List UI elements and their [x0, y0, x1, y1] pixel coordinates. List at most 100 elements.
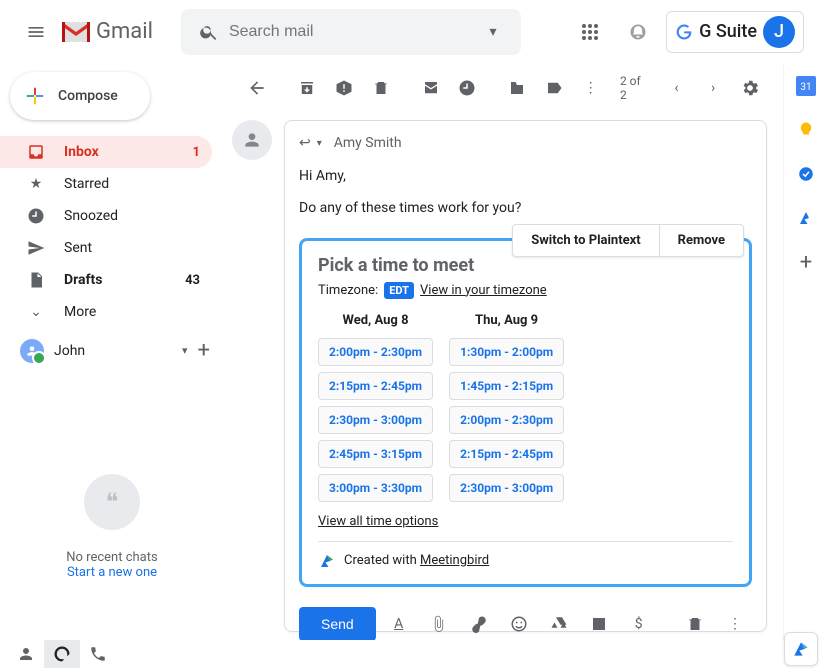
link-icon[interactable]	[462, 607, 496, 640]
compose-button[interactable]: Compose	[10, 72, 150, 120]
day-column: Thu, Aug 9 1:30pm - 2:00pm 1:45pm - 2:15…	[449, 309, 564, 502]
time-slot[interactable]: 2:15pm - 2:45pm	[449, 440, 564, 468]
widget-footer: Created with Meetingbird	[318, 541, 733, 570]
search-input[interactable]	[229, 23, 473, 41]
discard-icon[interactable]	[678, 607, 712, 640]
widget-timezone: Timezone: EDT View in your timezone	[318, 282, 733, 299]
gmail-text: Gmail	[96, 19, 153, 44]
archive-icon[interactable]	[290, 70, 325, 106]
labels-icon[interactable]	[537, 70, 572, 106]
view-all-options-link[interactable]: View all time options	[318, 514, 438, 529]
drive-icon[interactable]	[542, 607, 576, 640]
apps-grid-icon[interactable]	[570, 12, 610, 52]
time-slot[interactable]: 3:00pm - 3:30pm	[318, 474, 433, 502]
meetingbird-link[interactable]: Meetingbird	[420, 553, 489, 568]
phone-icon[interactable]	[80, 640, 116, 668]
sidebar-item-label: More	[64, 304, 200, 320]
add-person-icon[interactable]: +	[198, 338, 210, 363]
chat-user-row[interactable]: John ▾ +	[0, 328, 224, 373]
notifications-icon[interactable]	[618, 12, 658, 52]
compose-greeting[interactable]: Hi Amy,	[299, 165, 752, 187]
sidebar-item-label: Snoozed	[64, 208, 200, 224]
mark-unread-icon[interactable]	[413, 70, 448, 106]
time-slot[interactable]: 2:00pm - 2:30pm	[449, 406, 564, 434]
money-icon[interactable]: $	[622, 607, 656, 640]
send-button[interactable]: Send	[299, 607, 376, 640]
sidebar-item-inbox[interactable]: Inbox 1	[0, 136, 212, 168]
sidebar-item-snoozed[interactable]: Snoozed	[0, 200, 212, 232]
tasks-app-icon[interactable]	[796, 164, 816, 184]
bottom-bar	[0, 640, 224, 668]
format-text-icon[interactable]: A	[382, 607, 416, 640]
compose-label: Compose	[58, 88, 118, 104]
draft-icon	[26, 271, 46, 289]
hangouts-tab-icon[interactable]	[44, 640, 80, 668]
meetingbird-app-icon[interactable]	[796, 208, 816, 228]
search-icon[interactable]	[189, 22, 229, 42]
search-options-icon[interactable]: ▾	[473, 24, 513, 40]
sidebar: Compose Inbox 1 ★ Starred Snoozed Sent D…	[0, 64, 224, 640]
compose-question[interactable]: Do any of these times work for you?	[299, 197, 752, 219]
spam-icon[interactable]	[327, 70, 362, 106]
remove-button[interactable]: Remove	[659, 225, 743, 256]
time-slot[interactable]: 1:45pm - 2:15pm	[449, 372, 564, 400]
sidebar-item-label: Drafts	[64, 272, 167, 288]
sidebar-item-sent[interactable]: Sent	[0, 232, 212, 264]
sidebar-item-drafts[interactable]: Drafts 43	[0, 264, 212, 296]
attach-icon[interactable]	[422, 607, 456, 640]
caret-down-icon[interactable]: ▾	[182, 344, 188, 357]
toolbar: ⋮ 2 of 2 ‹ ›	[224, 64, 783, 112]
widget-title: Pick a time to meet	[318, 255, 733, 276]
more-icon[interactable]: ⋮	[573, 70, 608, 106]
meetingbird-icon	[318, 552, 336, 570]
sidebar-item-starred[interactable]: ★ Starred	[0, 168, 212, 200]
send-row: Send A $ ⋮	[299, 601, 752, 640]
sender-avatar-icon	[232, 120, 272, 160]
hangouts-empty-text: No recent chats	[66, 550, 157, 565]
delete-icon[interactable]	[363, 70, 398, 106]
keep-app-icon[interactable]	[796, 120, 816, 140]
back-icon[interactable]	[240, 70, 275, 106]
add-app-icon[interactable]: +	[796, 252, 816, 272]
reply-icon[interactable]: ↩	[299, 135, 311, 151]
reply-caret-icon[interactable]: ▾	[317, 138, 322, 149]
meetingbird-float-icon[interactable]	[784, 632, 818, 666]
header-actions: G Suite J	[570, 11, 812, 53]
more-options-icon[interactable]: ⋮	[718, 607, 752, 640]
image-icon[interactable]	[582, 607, 616, 640]
time-slot[interactable]: 2:15pm - 2:45pm	[318, 372, 433, 400]
calendar-app-icon[interactable]: 31	[796, 76, 816, 96]
snooze-icon[interactable]	[450, 70, 485, 106]
switch-plaintext-button[interactable]: Switch to Plaintext	[513, 225, 658, 256]
star-icon: ★	[26, 176, 46, 192]
sidebar-item-more[interactable]: ⌄ More	[0, 296, 212, 328]
account-avatar[interactable]: J	[763, 16, 795, 48]
gmail-logo[interactable]: Gmail	[60, 19, 153, 44]
sidebar-item-label: Sent	[64, 240, 200, 256]
gsuite-badge[interactable]: G Suite J	[666, 11, 804, 53]
right-rail: 31 +	[784, 64, 820, 640]
time-slot[interactable]: 1:30pm - 2:00pm	[449, 338, 564, 366]
sidebar-item-label: Inbox	[64, 144, 175, 160]
widget-tools: Switch to Plaintext Remove	[512, 224, 744, 257]
sidebar-item-count: 43	[185, 273, 200, 288]
settings-icon[interactable]	[732, 70, 767, 106]
time-slot[interactable]: 2:00pm - 2:30pm	[318, 338, 433, 366]
menu-icon[interactable]	[12, 8, 60, 56]
prev-icon[interactable]: ‹	[659, 70, 694, 106]
hangouts-start-link[interactable]: Start a new one	[67, 565, 157, 580]
view-timezone-link[interactable]: View in your timezone	[420, 283, 547, 298]
contacts-icon[interactable]	[8, 640, 44, 668]
reply-header[interactable]: ↩ ▾ Amy Smith	[299, 135, 752, 151]
time-slot[interactable]: 2:30pm - 3:00pm	[449, 474, 564, 502]
svg-text:31: 31	[800, 82, 811, 93]
time-slot[interactable]: 2:30pm - 3:00pm	[318, 406, 433, 434]
search-bar[interactable]: ▾	[181, 9, 521, 55]
next-icon[interactable]: ›	[696, 70, 731, 106]
compose-card: ↩ ▾ Amy Smith Hi Amy, Do any of these ti…	[284, 120, 767, 632]
day-header: Thu, Aug 9	[449, 309, 564, 332]
time-slot[interactable]: 2:45pm - 3:15pm	[318, 440, 433, 468]
hangouts-icon: ❝	[84, 474, 140, 530]
move-to-icon[interactable]	[500, 70, 535, 106]
emoji-icon[interactable]	[502, 607, 536, 640]
